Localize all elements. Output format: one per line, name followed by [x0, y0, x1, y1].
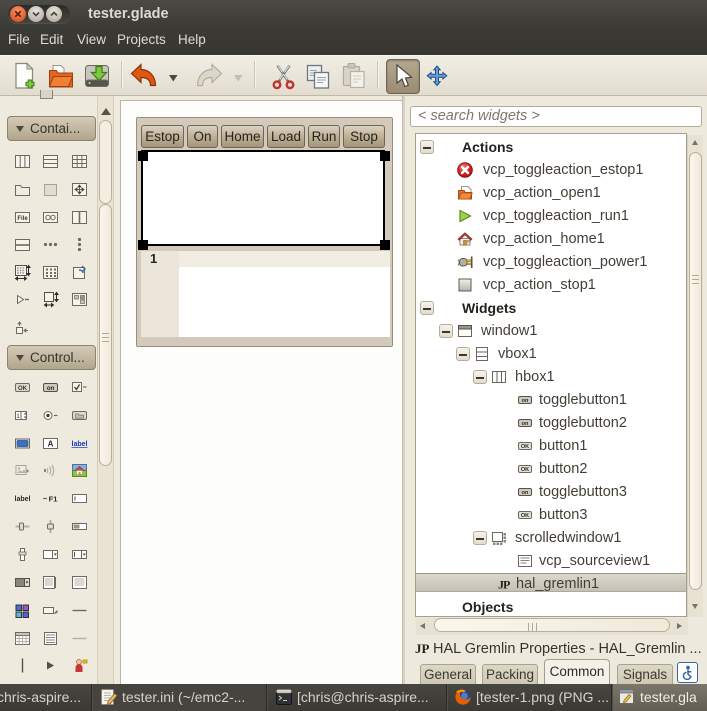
svg-text:JP: JP — [415, 641, 430, 656]
svg-text:on: on — [522, 490, 529, 496]
svg-text:label: label — [72, 441, 88, 448]
svg-text:OK: OK — [521, 444, 529, 450]
svg-text:on: on — [522, 398, 529, 404]
svg-text:1: 1 — [16, 413, 20, 420]
svg-text:label: label — [15, 496, 31, 503]
svg-text:A: A — [48, 439, 54, 448]
svg-text:P: P — [503, 578, 510, 592]
svg-text:OK: OK — [521, 513, 529, 519]
svg-text:OK: OK — [18, 386, 28, 392]
svg-text:on: on — [522, 421, 529, 427]
svg-text:File: File — [17, 216, 28, 222]
svg-text:on: on — [47, 386, 55, 392]
svg-text:F1: F1 — [49, 495, 58, 504]
svg-text:OK: OK — [521, 467, 529, 473]
